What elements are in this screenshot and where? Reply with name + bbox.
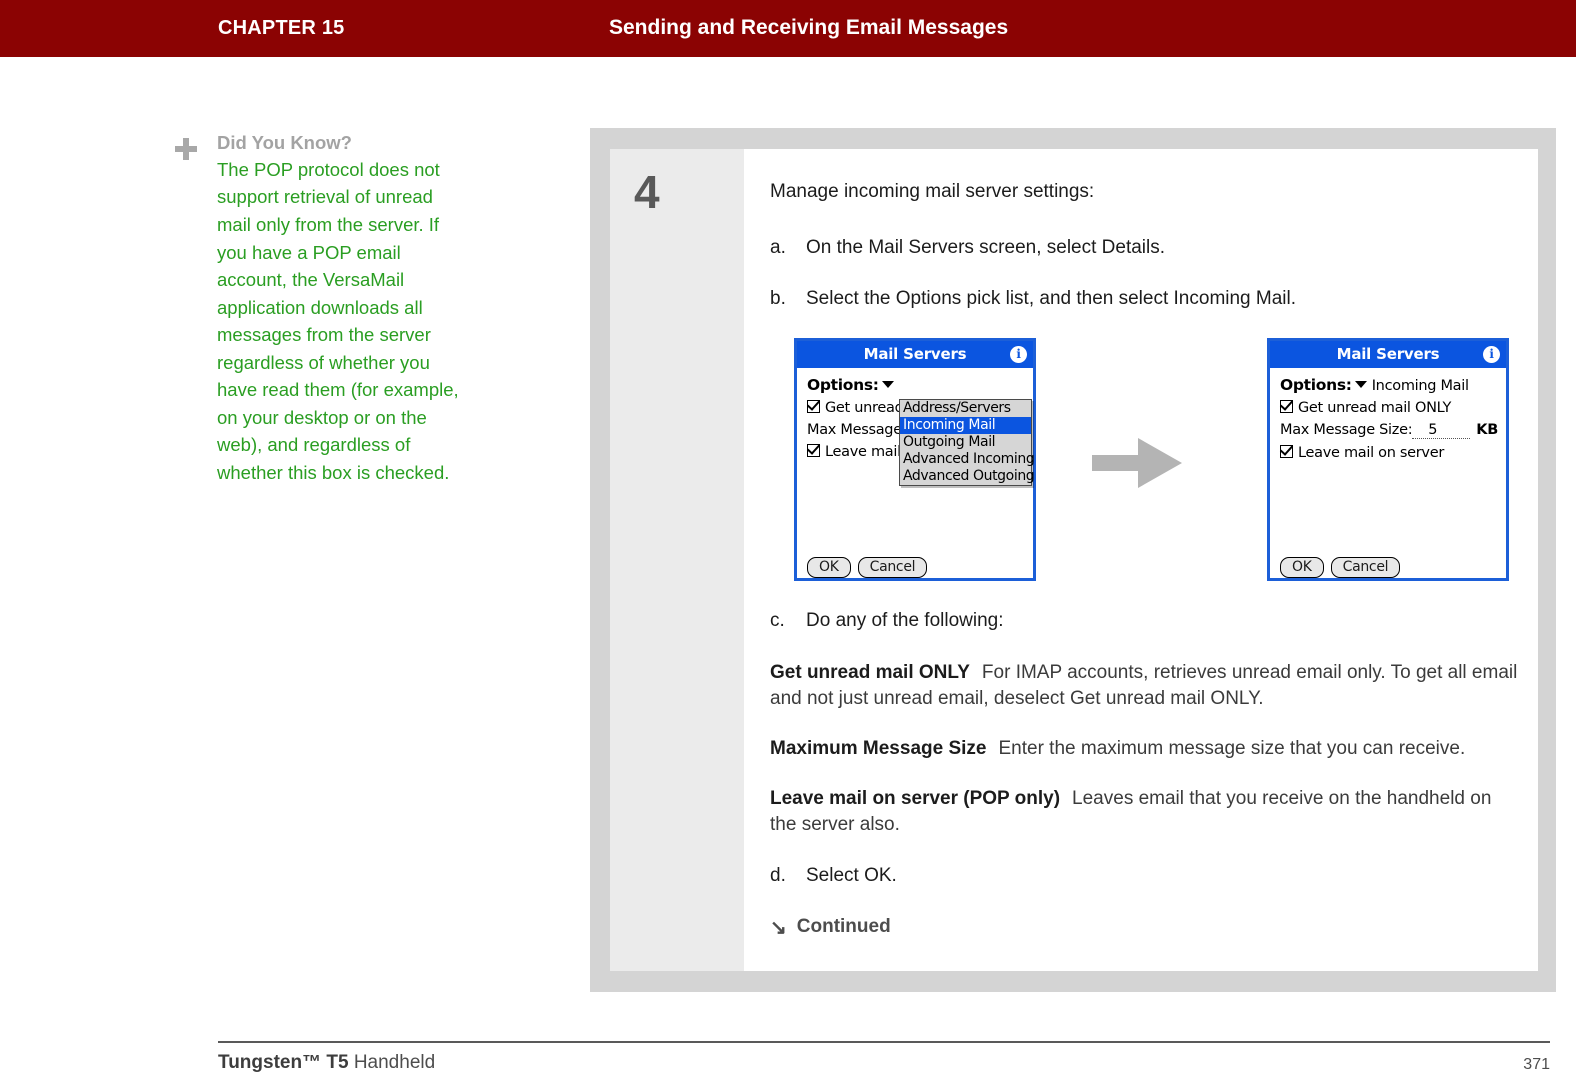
- palm-screen-after: Mail Servers i Options: Incoming Mail Get…: [1267, 337, 1509, 581]
- continued-row: ↘ Continued: [770, 916, 1522, 938]
- checkbox-checked-icon[interactable]: [1280, 444, 1293, 458]
- substep-b: b. Select the Options pick list, and the…: [770, 286, 1522, 312]
- substep-a-text: On the Mail Servers screen, select Detai…: [806, 236, 1166, 258]
- palm1-titlebar: Mail Servers i: [797, 340, 1033, 368]
- checkbox-checked-icon[interactable]: [807, 443, 820, 457]
- substep-d: d. Select OK.: [770, 863, 1522, 889]
- side-note-heading: Did You Know?: [217, 132, 352, 153]
- arrow-right-icon: [1092, 437, 1182, 488]
- palm2-options-row[interactable]: Options: Incoming Mail: [1280, 376, 1506, 394]
- palm2-size-unit: KB: [1476, 421, 1498, 438]
- palm1-options-row[interactable]: Options:: [807, 376, 1033, 394]
- footer-brand: Tungsten™ T5: [218, 1052, 349, 1073]
- picklist-item-advanced-outgoing[interactable]: Advanced Outgoing: [900, 468, 1035, 485]
- palm2-checkbox-leave-label: Leave mail on server: [1298, 444, 1444, 461]
- picklist-item-advanced-incoming[interactable]: Advanced Incoming: [900, 451, 1035, 468]
- palm1-cancel-button[interactable]: Cancel: [857, 556, 928, 578]
- definition-maximum-message-size: Maximum Message Size Enter the maximum me…: [770, 736, 1522, 762]
- step-number-column: 4: [610, 149, 744, 971]
- substep-d-marker: d.: [770, 864, 786, 886]
- definition-get-unread-mail: Get unread mail ONLY For IMAP accounts, r…: [770, 660, 1522, 712]
- palm2-body: Options: Incoming Mail Get unread mail ON…: [1270, 368, 1506, 586]
- substep-c: c. Do any of the following:: [770, 608, 1522, 634]
- definition-term-maximum-message-size: Maximum Message Size: [770, 738, 987, 759]
- substep-d-text: Select OK.: [806, 864, 897, 886]
- palm2-options-label: Options:: [1280, 375, 1352, 394]
- substep-a: a. On the Mail Servers screen, select De…: [770, 235, 1522, 261]
- info-icon[interactable]: i: [1483, 345, 1500, 363]
- palm2-checkbox-unread-row[interactable]: Get unread mail ONLY: [1280, 399, 1506, 416]
- page-header-band: CHAPTER 15 Sending and Receiving Email M…: [0, 0, 1576, 57]
- picklist-item-incoming-mail[interactable]: Incoming Mail: [900, 416, 1031, 434]
- page-number: 371: [1523, 1056, 1550, 1073]
- step-panel: 4 Manage incoming mail server settings: …: [590, 128, 1556, 992]
- info-icon[interactable]: i: [1010, 345, 1027, 363]
- chevron-down-icon[interactable]: [1354, 380, 1367, 388]
- substep-b-marker: b.: [770, 288, 786, 310]
- arrow-down-right-icon: ↘: [770, 917, 787, 940]
- palm2-checkbox-leave-row[interactable]: Leave mail on server: [1280, 444, 1506, 461]
- max-message-size-input[interactable]: 5: [1412, 422, 1471, 439]
- palm-screen-before: Mail Servers i Options: Get unread mail …: [794, 337, 1036, 581]
- footer-product-label: Tungsten™ T5 Handheld: [218, 1052, 435, 1074]
- plus-icon: [175, 138, 197, 160]
- palm2-maxsize-row[interactable]: Max Message Size: 5 KB: [1280, 422, 1506, 439]
- palm2-options-value: Incoming Mail: [1371, 377, 1469, 394]
- picklist-item-address-servers[interactable]: Address/Servers: [900, 400, 1031, 417]
- side-note-body: Did You Know? The POP protocol does not …: [217, 132, 475, 487]
- palm2-cancel-button[interactable]: Cancel: [1330, 556, 1401, 578]
- palm2-maxsize-label: Max Message Size:: [1280, 421, 1413, 438]
- definition-desc-maximum-message-size: Enter the maximum message size that you …: [998, 738, 1466, 759]
- substep-a-marker: a.: [770, 236, 786, 258]
- side-note: Did You Know? The POP protocol does not …: [175, 132, 475, 487]
- palm2-ok-button[interactable]: OK: [1280, 556, 1324, 578]
- substep-c-marker: c.: [770, 609, 785, 631]
- palm1-title: Mail Servers: [863, 344, 967, 363]
- chapter-title: Sending and Receiving Email Messages: [609, 16, 1009, 39]
- checkbox-checked-icon[interactable]: [1280, 399, 1293, 413]
- side-note-text: The POP protocol does not support retrie…: [217, 158, 459, 484]
- palm1-ok-button[interactable]: OK: [807, 556, 851, 578]
- substep-c-text: Do any of the following:: [806, 609, 1004, 631]
- checkbox-checked-icon[interactable]: [807, 399, 820, 413]
- definition-leave-mail-on-server: Leave mail on server (POP only) Leaves em…: [770, 786, 1522, 838]
- options-pick-list[interactable]: Address/Servers Incoming Mail Outgoing M…: [899, 398, 1035, 486]
- step-number: 4: [634, 166, 660, 218]
- footer-divider: [218, 1041, 1550, 1043]
- footer-product: Handheld: [348, 1052, 436, 1073]
- palm1-options-label: Options:: [807, 375, 879, 394]
- palm1-body: Options: Get unread mail ONLY Max Messag…: [797, 368, 1035, 586]
- substep-b-text: Select the Options pick list, and then s…: [806, 288, 1297, 310]
- step-content: Manage incoming mail server settings: a.…: [770, 179, 1522, 938]
- palm2-checkbox-unread-label: Get unread mail ONLY: [1298, 399, 1452, 416]
- chapter-label: CHAPTER 15: [218, 17, 345, 39]
- palm2-title: Mail Servers: [1336, 344, 1440, 363]
- step-panel-inner: 4 Manage incoming mail server settings: …: [610, 149, 1538, 971]
- palm1-buttons: OK Cancel: [807, 556, 934, 578]
- chevron-down-icon[interactable]: [881, 380, 894, 388]
- definition-term-leave-mail-on-server: Leave mail on server (POP only): [770, 788, 1061, 810]
- step-lead-text: Manage incoming mail server settings:: [770, 181, 1095, 202]
- device-screenshot-row: Mail Servers i Options: Get unread mail …: [770, 337, 1522, 596]
- palm2-buttons: OK Cancel: [1280, 556, 1407, 578]
- palm2-titlebar: Mail Servers i: [1270, 340, 1506, 368]
- definition-term-get-unread-mail: Get unread mail ONLY: [770, 661, 970, 683]
- picklist-item-outgoing-mail[interactable]: Outgoing Mail: [900, 434, 1031, 451]
- continued-label: Continued: [796, 916, 891, 938]
